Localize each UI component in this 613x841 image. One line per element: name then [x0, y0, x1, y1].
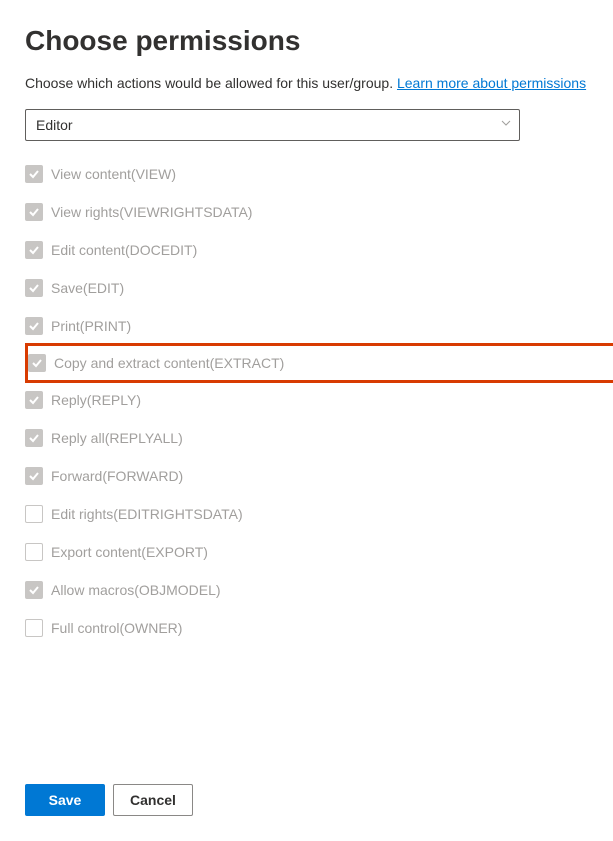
save-button[interactable]: Save [25, 784, 105, 816]
permission-label: View rights(VIEWRIGHTSDATA) [51, 204, 252, 220]
permission-checkbox[interactable] [25, 279, 43, 297]
permission-row: Full control(OWNER) [25, 617, 588, 639]
permission-checkbox[interactable] [25, 619, 43, 637]
permission-label: Allow macros(OBJMODEL) [51, 582, 221, 598]
cancel-button[interactable]: Cancel [113, 784, 193, 816]
page-title: Choose permissions [25, 25, 588, 57]
permissions-list: View content(VIEW) View rights(VIEWRIGHTS… [25, 163, 588, 639]
permission-row: Edit rights(EDITRIGHTSDATA) [25, 503, 588, 525]
permission-label: Forward(FORWARD) [51, 468, 183, 484]
description-text: Choose which actions would be allowed fo… [25, 75, 588, 91]
permission-label: Print(PRINT) [51, 318, 131, 334]
permission-row: Reply(REPLY) [25, 389, 588, 411]
permission-label: View content(VIEW) [51, 166, 176, 182]
permission-checkbox[interactable] [25, 543, 43, 561]
permission-label: Full control(OWNER) [51, 620, 182, 636]
permission-row: Copy and extract content(EXTRACT) [25, 343, 613, 383]
permission-row: View rights(VIEWRIGHTSDATA) [25, 201, 588, 223]
permission-row: Edit content(DOCEDIT) [25, 239, 588, 261]
permission-row: Forward(FORWARD) [25, 465, 588, 487]
permission-label: Edit content(DOCEDIT) [51, 242, 197, 258]
permission-checkbox[interactable] [28, 354, 46, 372]
permission-checkbox[interactable] [25, 165, 43, 183]
role-select-wrap: Editor [25, 109, 520, 141]
permission-row: Save(EDIT) [25, 277, 588, 299]
permission-row: View content(VIEW) [25, 163, 588, 185]
permission-label: Copy and extract content(EXTRACT) [54, 355, 284, 371]
learn-more-link[interactable]: Learn more about permissions [397, 75, 586, 91]
permission-checkbox[interactable] [25, 581, 43, 599]
permission-checkbox[interactable] [25, 429, 43, 447]
description-body: Choose which actions would be allowed fo… [25, 75, 397, 91]
role-select[interactable]: Editor [25, 109, 520, 141]
permission-checkbox[interactable] [25, 241, 43, 259]
permission-checkbox[interactable] [25, 505, 43, 523]
permission-label: Reply all(REPLYALL) [51, 430, 183, 446]
permission-label: Save(EDIT) [51, 280, 124, 296]
permission-checkbox[interactable] [25, 317, 43, 335]
permission-checkbox[interactable] [25, 467, 43, 485]
permission-row: Reply all(REPLYALL) [25, 427, 588, 449]
permission-checkbox[interactable] [25, 391, 43, 409]
button-row: Save Cancel [25, 784, 193, 816]
role-select-value: Editor [36, 117, 73, 133]
permission-row: Print(PRINT) [25, 315, 588, 337]
permission-label: Export content(EXPORT) [51, 544, 208, 560]
permission-label: Reply(REPLY) [51, 392, 141, 408]
permission-label: Edit rights(EDITRIGHTSDATA) [51, 506, 243, 522]
permission-row: Export content(EXPORT) [25, 541, 588, 563]
permission-row: Allow macros(OBJMODEL) [25, 579, 588, 601]
permission-checkbox[interactable] [25, 203, 43, 221]
